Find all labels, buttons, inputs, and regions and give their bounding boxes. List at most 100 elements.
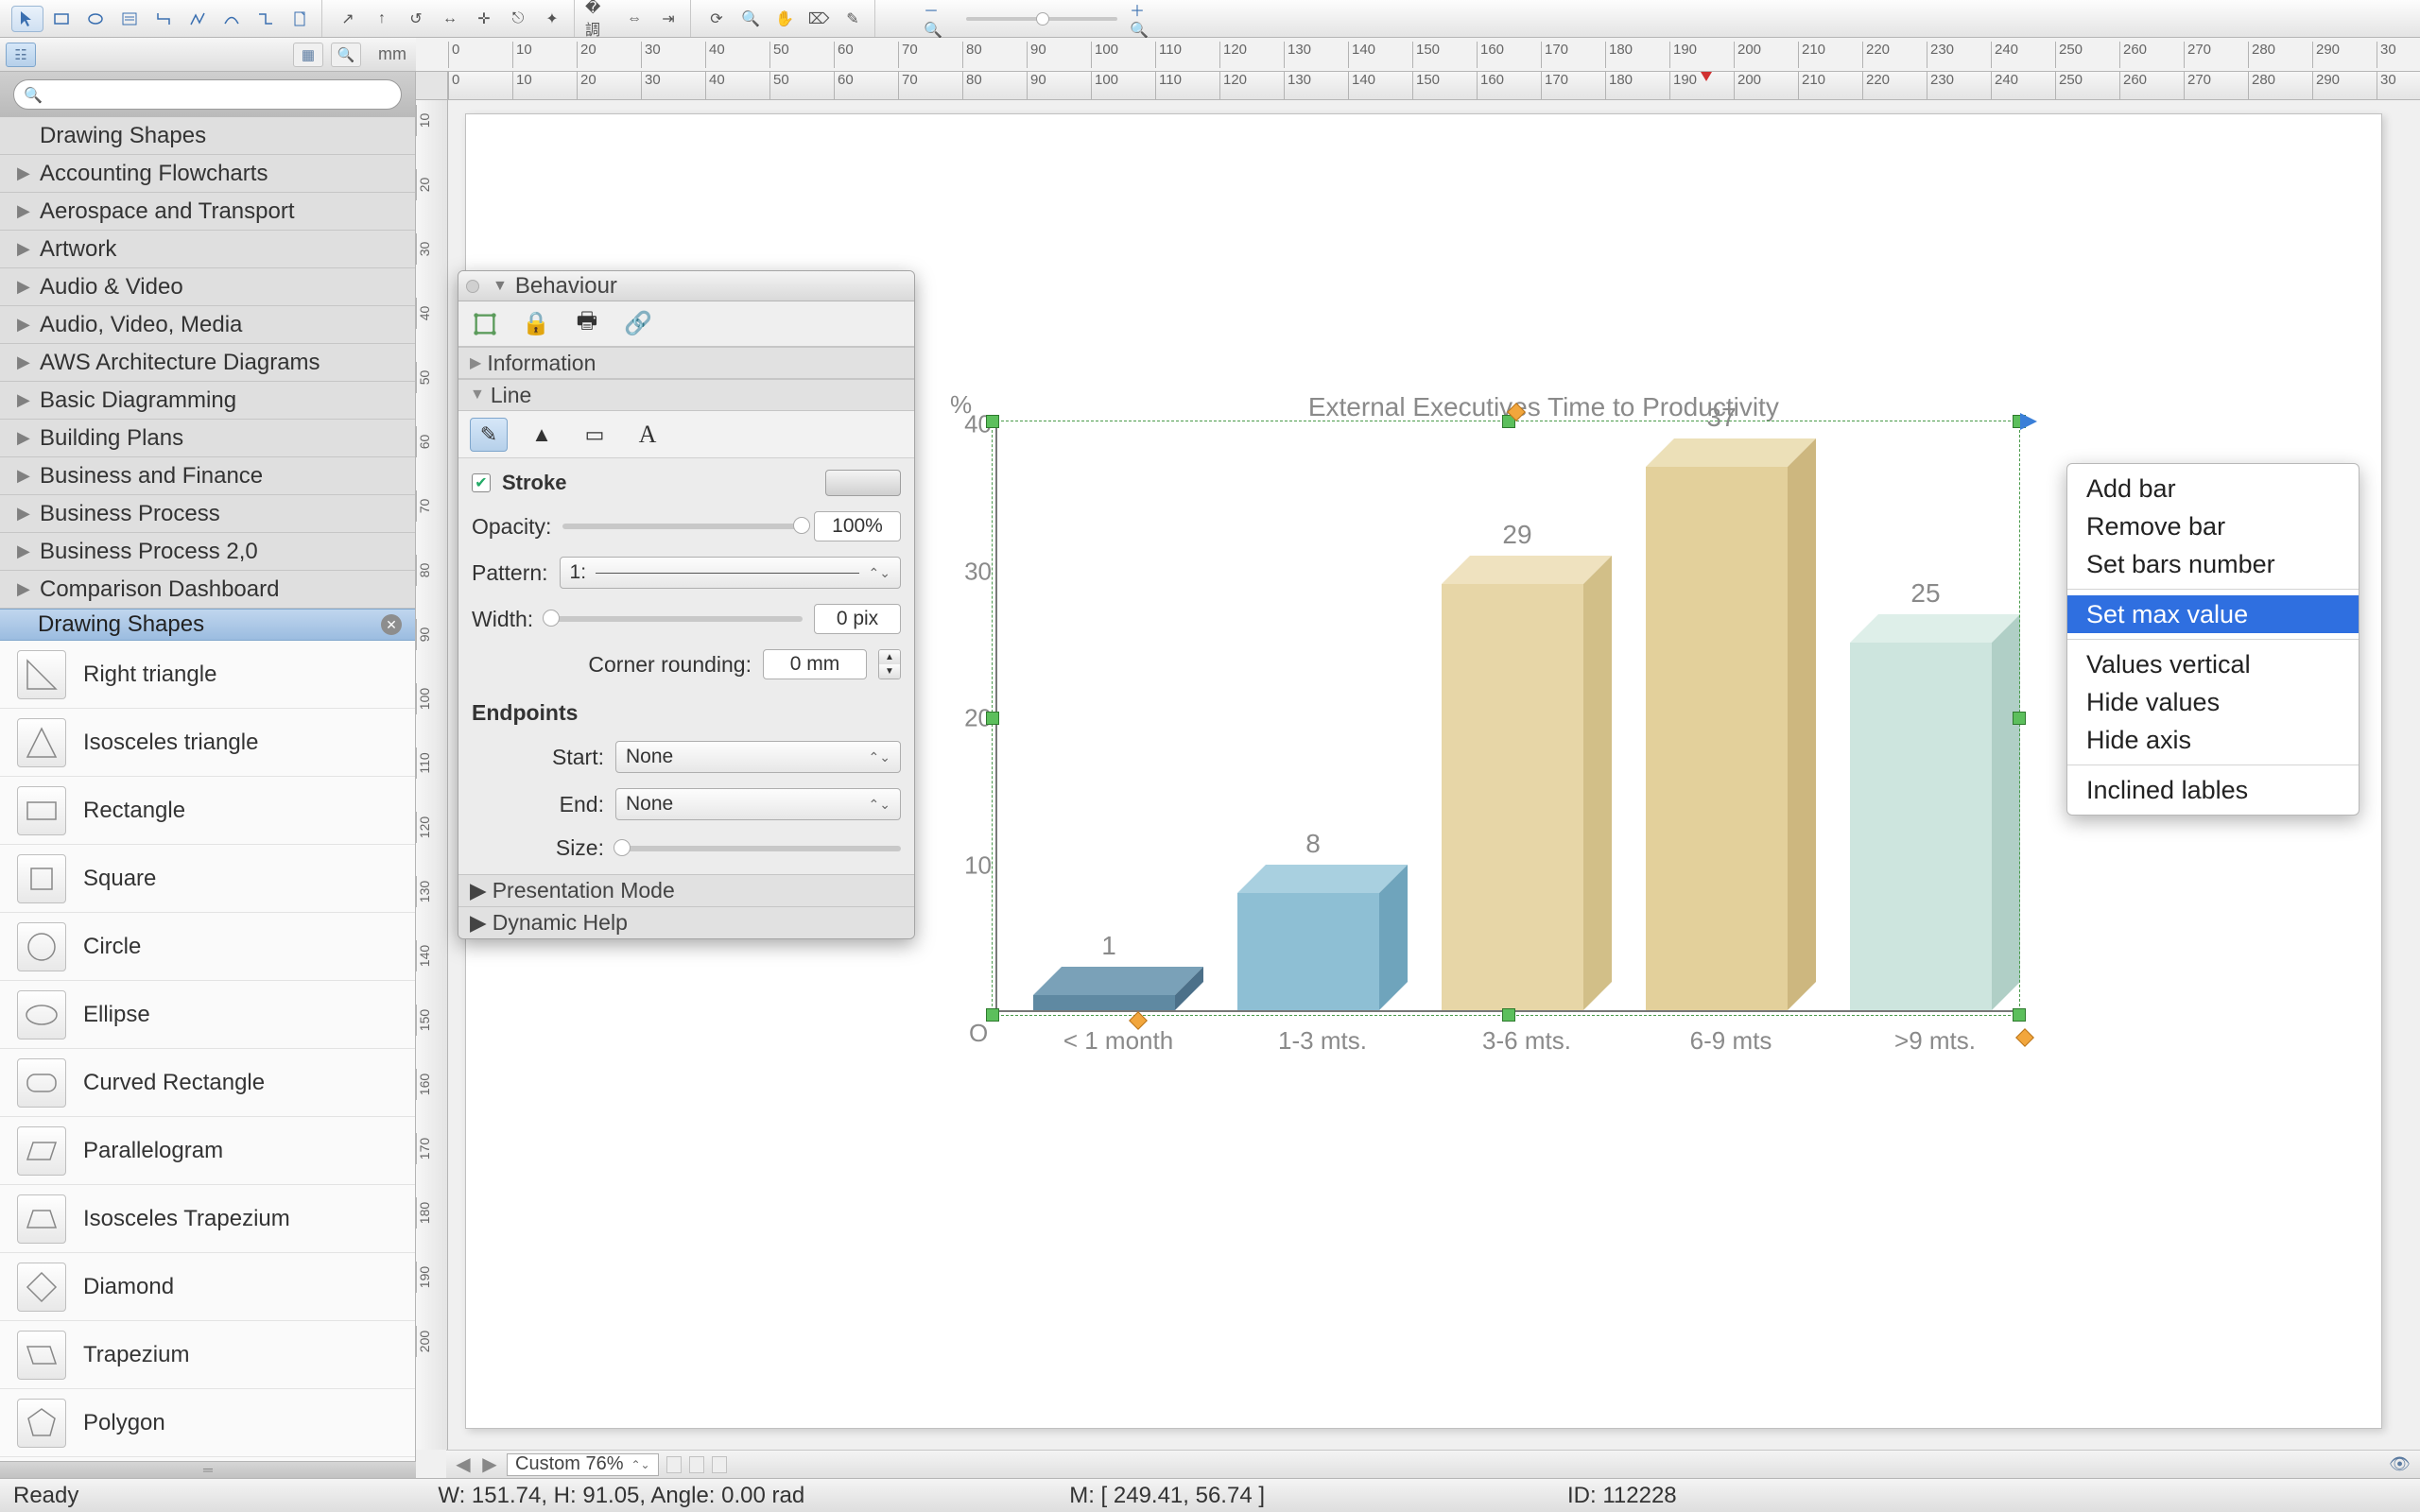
shape-list-item[interactable]: Parallelogram [0,1117,415,1185]
arrow-cross-icon[interactable]: ✛ [468,6,500,32]
corner-stepper[interactable]: ▲▼ [878,649,901,679]
shape-list-item[interactable]: Circle [0,913,415,981]
context-menu-item[interactable]: Remove bar [2067,507,2359,545]
align-right-icon[interactable]: ⇥ [652,6,684,32]
property-panel[interactable]: ▼ Behaviour 🔒 🖶 🔗 ▶ Information ▼ Line ✎… [458,270,915,939]
page-prev-icon[interactable]: ◀ [454,1452,473,1476]
zoom-in-icon[interactable]: ＋🔍 [1129,6,1161,32]
shape-list-item[interactable]: Isosceles Trapezium [0,1185,415,1253]
page-tab[interactable] [689,1456,704,1473]
shape-list-item[interactable]: Curved Rectangle [0,1049,415,1117]
shape-list-item[interactable]: Isosceles triangle [0,709,415,777]
selection-handle[interactable] [986,415,999,428]
text-mode-icon[interactable]: A [629,418,666,452]
arrow-up-icon[interactable]: ↑ [366,6,398,32]
cursor-tool[interactable] [11,6,43,32]
context-menu-item[interactable]: Hide values [2067,683,2359,721]
connector-poly-tool[interactable] [182,6,214,32]
shape-list-item[interactable]: Rectangle [0,777,415,845]
library-tree-item[interactable]: ▶AWS Architecture Diagrams [0,344,415,382]
arrow-curve-icon[interactable]: ↺ [400,6,432,32]
library-search-input[interactable]: 🔍 [13,79,402,110]
fill-mode-icon[interactable]: ▲ [523,418,561,452]
context-menu-item[interactable]: Set bars number [2067,545,2359,583]
library-tree-item[interactable]: ▶Basic Diagramming [0,382,415,420]
library-tree-item[interactable]: ▶Audio & Video [0,268,415,306]
pen-mode-icon[interactable]: ✎ [470,418,508,452]
library-tree-item[interactable]: ▶Comparison Dashboard [0,571,415,609]
preview-icon[interactable]: 👁 [2389,1454,2411,1474]
endpoint-size-slider[interactable] [615,846,901,851]
resize-behaviour-icon[interactable] [468,307,502,341]
selection-diamond-handle[interactable] [2015,1028,2034,1047]
chart[interactable]: External Executives Time to Productivity… [995,398,2016,1059]
presentation-mode-header[interactable]: ▶ Presentation Mode [458,874,914,906]
shape-list-item[interactable]: Right triangle [0,641,415,709]
selection-handle[interactable] [2013,1008,2026,1022]
disclosure-triangle-icon[interactable]: ▼ [493,278,508,295]
information-section-header[interactable]: ▶ Information [458,347,914,379]
zoom-combo[interactable]: Custom 76% ⌃⌄ [507,1453,659,1476]
ellipse-tool[interactable] [79,6,112,32]
crosshair-icon[interactable]: ✦ [536,6,568,32]
library-tree-item[interactable]: ▶Accounting Flowcharts [0,155,415,193]
page-tab[interactable] [666,1456,682,1473]
width-slider[interactable] [544,616,803,622]
library-tree-item[interactable]: ▶Artwork [0,231,415,268]
library-tree-item[interactable]: ▶Business and Finance [0,457,415,495]
library-tree-item[interactable]: ▶Business Process 2,0 [0,533,415,571]
library-tree-item[interactable]: ▶Building Plans [0,420,415,457]
zoom-out-icon[interactable]: －🔍 [923,6,955,32]
library-tree-item[interactable]: Drawing Shapes [0,117,415,155]
opacity-value[interactable]: 100% [814,511,901,541]
dynamic-help-header[interactable]: ▶ Dynamic Help [458,906,914,938]
text-block-tool[interactable] [113,6,146,32]
panel-close-dot-icon[interactable] [466,280,479,293]
library-grid-view-icon[interactable]: ▦ [293,43,323,67]
page-tab[interactable] [712,1456,727,1473]
eyedropper-icon[interactable]: ✎ [837,6,869,32]
close-library-icon[interactable]: ✕ [381,614,402,635]
library-tree-item[interactable]: ▶Business Process [0,495,415,533]
refresh-icon[interactable]: ⟳ [700,6,733,32]
selection-handle[interactable] [986,1008,999,1022]
end-select[interactable]: None ⌃⌄ [615,788,901,820]
start-select[interactable]: None ⌃⌄ [615,741,901,773]
selection-handle[interactable] [2013,712,2026,725]
stamp-icon[interactable]: ⌦ [803,6,835,32]
context-menu-item[interactable]: Add bar [2067,470,2359,507]
page-next-icon[interactable]: ▶ [480,1452,499,1476]
smart-tag-icon[interactable] [2018,411,2039,432]
library-tree-view-icon[interactable]: ☷ [6,43,36,67]
context-menu-item[interactable]: Values vertical [2067,645,2359,683]
context-menu-item[interactable]: Set max value [2067,595,2359,633]
context-menu-item[interactable]: Hide axis [2067,721,2359,759]
hand-tool-icon[interactable]: ✋ [769,6,801,32]
lock-icon[interactable]: 🔒 [519,307,553,341]
panel-resize-grip[interactable]: ═ [0,1461,416,1478]
arrow-ne-icon[interactable]: ↗ [332,6,364,32]
selection-handle[interactable] [986,712,999,725]
anchor-icon[interactable]: ⎋ [502,6,534,32]
connector-curve-tool[interactable] [216,6,248,32]
pattern-select[interactable]: 1: ⌃⌄ [560,557,901,589]
new-page-icon[interactable] [284,6,316,32]
shape-list-item[interactable]: Diamond [0,1253,415,1321]
connector-l-tool[interactable] [147,6,180,32]
width-value[interactable]: 0 pix [814,604,901,634]
rect-tool[interactable] [45,6,78,32]
context-menu-item[interactable]: Inclined lables [2067,771,2359,809]
corner-rounding-value[interactable]: 0 mm [763,649,867,679]
selection-handle[interactable] [1502,1008,1515,1022]
connector-step-tool[interactable] [250,6,282,32]
shape-list-item[interactable]: Square [0,845,415,913]
arrow-both-icon[interactable]: ↔ [434,6,466,32]
align-center-icon[interactable]: ⇔ [618,6,650,32]
stroke-color-swatch[interactable] [825,470,901,496]
zoom-slider[interactable] [966,17,1117,21]
line-section-header[interactable]: ▼ Line [458,379,914,411]
shape-list-item[interactable]: Polygon [0,1389,415,1457]
library-search-icon[interactable]: 🔍 [331,43,361,67]
shape-list-item[interactable]: Trapezium [0,1321,415,1389]
print-behaviour-icon[interactable]: 🖶 [570,307,604,341]
